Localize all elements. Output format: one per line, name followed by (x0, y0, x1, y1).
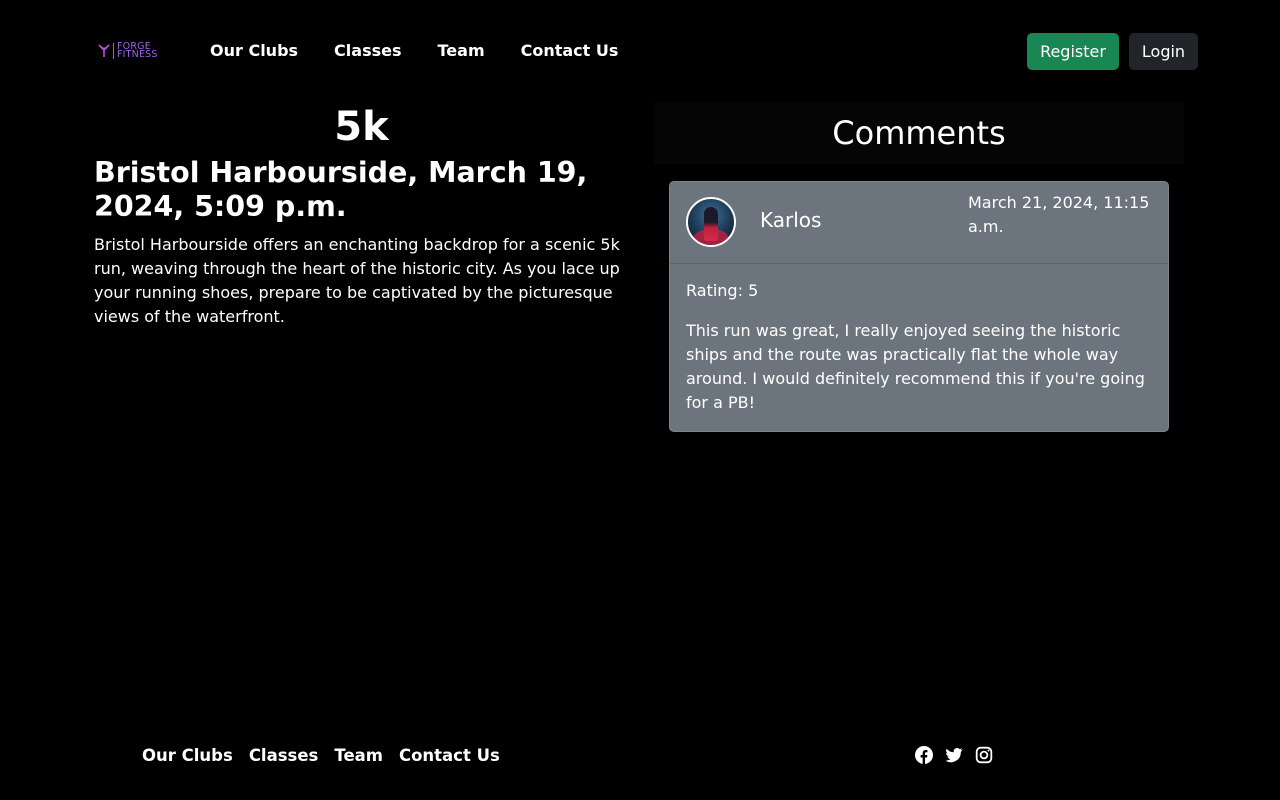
comments-heading: Comments (654, 102, 1184, 164)
instagram-icon[interactable] (975, 746, 993, 764)
social-links (915, 746, 993, 764)
footer-item-our-clubs[interactable]: Our Clubs (142, 744, 233, 768)
logo-divider (113, 43, 114, 59)
comment-text: This run was great, I really enjoyed see… (686, 321, 1145, 412)
logo-wordmark: FORGE FITNESS (117, 42, 158, 60)
event-title: 5k (334, 104, 389, 150)
footer-item-classes[interactable]: Classes (249, 744, 319, 768)
comment-author: Karlos (760, 208, 822, 232)
comment-card: Karlos March 21, 2024, 11:15 a.m. Rating… (669, 181, 1169, 432)
avatar-figure (704, 207, 718, 241)
nav-item-team[interactable]: Team (438, 40, 485, 62)
footer-nav: Our Clubs Classes Team Contact Us (142, 744, 500, 768)
comment-card-header: Karlos March 21, 2024, 11:15 a.m. (670, 182, 1168, 264)
login-button[interactable]: Login (1129, 33, 1198, 70)
footer-item-team[interactable]: Team (334, 744, 383, 768)
nav-item-our-clubs[interactable]: Our Clubs (210, 40, 298, 62)
footer-item-contact-us[interactable]: Contact Us (399, 744, 500, 768)
page: FORGE FITNESS Our Clubs Classes Team Con… (0, 0, 1280, 800)
forge-logo-icon (98, 44, 110, 57)
site-header: FORGE FITNESS Our Clubs Classes Team Con… (0, 0, 1280, 102)
event-location-date: Bristol Harbourside, March 19, 2024, 5:0… (94, 156, 588, 223)
main-nav: Our Clubs Classes Team Contact Us (210, 40, 618, 62)
nav-item-classes[interactable]: Classes (334, 40, 401, 62)
facebook-icon[interactable] (915, 746, 933, 764)
comment-rating: Rating: 5 (686, 281, 759, 300)
register-button[interactable]: Register (1027, 33, 1119, 70)
event-description: Bristol Harbourside offers an enchanting… (94, 235, 620, 326)
brand-logo[interactable]: FORGE FITNESS (98, 40, 172, 62)
avatar (686, 197, 736, 247)
twitter-icon[interactable] (945, 746, 963, 764)
comment-date: March 21, 2024, 11:15 a.m. (968, 193, 1150, 236)
nav-item-contact-us[interactable]: Contact Us (521, 40, 619, 62)
logo-line-2: FITNESS (117, 49, 158, 60)
